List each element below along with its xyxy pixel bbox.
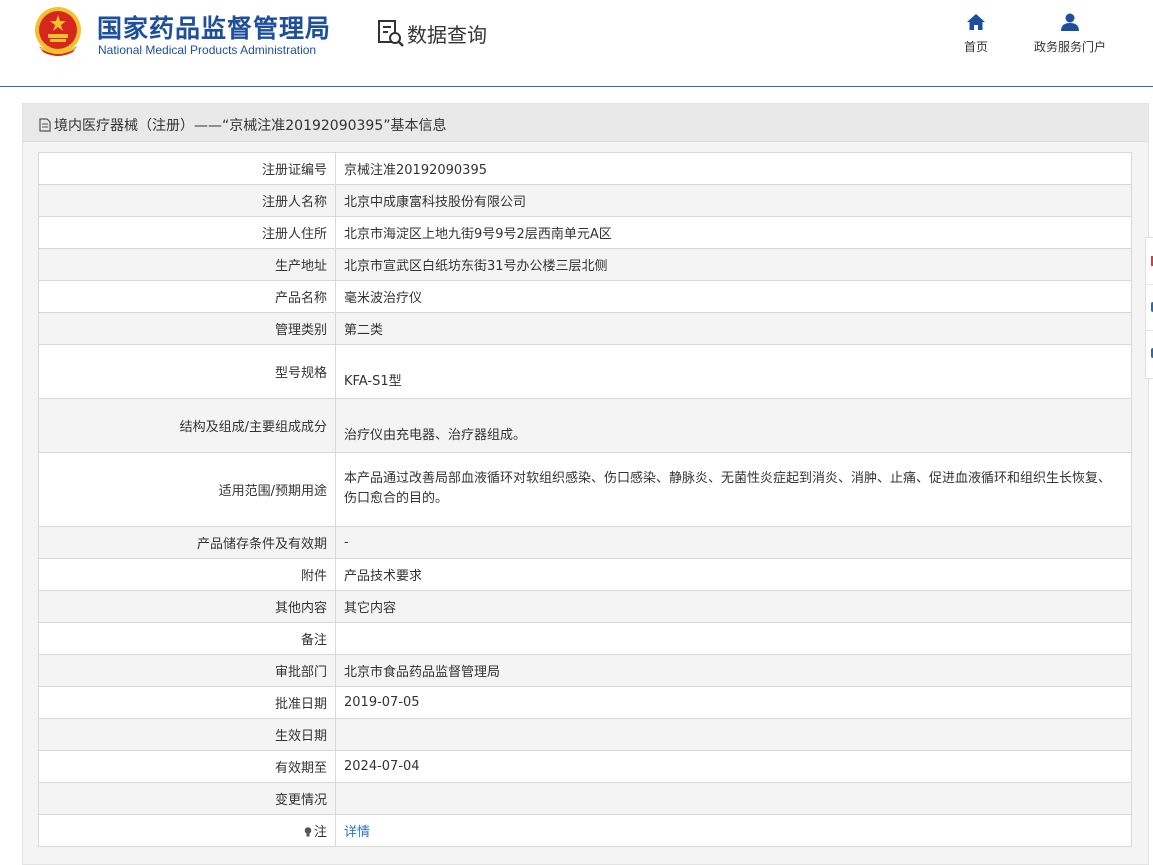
data-query-heading: 数据查询	[377, 18, 487, 48]
field-label: 生产地址	[38, 248, 336, 281]
field-value: 北京市海淀区上地九街9号9号2层西南单元A区	[335, 216, 1132, 249]
field-value	[335, 622, 1132, 655]
user-icon	[1061, 13, 1079, 31]
table-row: 产品储存条件及有效期 -	[38, 526, 1132, 559]
national-emblem-icon	[35, 7, 81, 56]
field-label: 产品储存条件及有效期	[38, 526, 336, 559]
org-name-en: National Medical Products Administration	[98, 43, 317, 57]
panel-title: 境内医疗器械（注册）——“京械注准20192090395”基本信息	[39, 115, 446, 135]
nav-service-portal-label: 政务服务门户	[1033, 40, 1106, 54]
field-label: 其他内容	[38, 590, 336, 623]
field-label: 注册人名称	[38, 184, 336, 217]
field-value: 第二类	[335, 312, 1132, 345]
field-value: 毫米波治疗仪	[335, 280, 1132, 313]
lightbulb-icon	[304, 827, 312, 837]
field-value: 2024-07-04	[335, 750, 1132, 783]
table-row: 有效期至 2024-07-04	[38, 750, 1132, 783]
site-header: 国家药品监督管理局 National Medical Products Admi…	[0, 0, 1153, 86]
document-search-icon	[378, 20, 404, 47]
table-row: 附件 产品技术要求	[38, 558, 1132, 591]
field-value: 北京市宣武区白纸坊东街31号办公楼三层北侧	[335, 248, 1132, 281]
field-label: 管理类别	[38, 312, 336, 345]
field-value: 其它内容	[335, 590, 1132, 623]
field-value: 北京中成康富科技股份有限公司	[335, 184, 1132, 217]
field-value: 本产品通过改善局部血液循环对软组织感染、伤口感染、静脉炎、无菌性炎症起到消炎、消…	[335, 452, 1132, 527]
field-label: 产品名称	[38, 280, 336, 313]
field-label: 附件	[38, 558, 336, 591]
note-value-cell: 详情	[335, 814, 1132, 847]
table-row: 备注	[38, 622, 1132, 655]
floating-toolbar-button[interactable]	[1146, 284, 1153, 331]
field-value: 京械注准20192090395	[335, 152, 1132, 185]
table-row: 批准日期 2019-07-05	[38, 686, 1132, 719]
panel-title-bar: 境内医疗器械（注册）——“京械注准20192090395”基本信息	[23, 104, 1148, 142]
nav-service-portal[interactable]: 政务服务门户	[1028, 12, 1112, 55]
table-row: 生效日期	[38, 718, 1132, 751]
table-row: 产品名称 毫米波治疗仪	[38, 280, 1132, 313]
field-label: 备注	[38, 622, 336, 655]
nav-home-label: 首页	[963, 40, 988, 54]
table-row: 型号规格 KFA-S1型	[38, 344, 1132, 399]
field-label: 注	[313, 825, 327, 840]
field-label: 批准日期	[38, 686, 336, 719]
floating-toolbar	[1145, 237, 1153, 379]
field-label: 变更情况	[38, 782, 336, 815]
field-value: KFA-S1型	[335, 344, 1132, 399]
table-row: 其他内容 其它内容	[38, 590, 1132, 623]
field-label: 有效期至	[38, 750, 336, 783]
table-row: 审批部门 北京市食品药品监督管理局	[38, 654, 1132, 687]
table-row: 注册人住所 北京市海淀区上地九街9号9号2层西南单元A区	[38, 216, 1132, 249]
table-row: 管理类别 第二类	[38, 312, 1132, 345]
table-row: 结构及组成/主要组成成分 治疗仪由充电器、治疗器组成。	[38, 398, 1132, 453]
nav-home[interactable]: 首页	[960, 12, 992, 55]
floating-toolbar-button[interactable]	[1146, 330, 1153, 376]
table-row: 生产地址 北京市宣武区白纸坊东街31号办公楼三层北侧	[38, 248, 1132, 281]
field-label: 审批部门	[38, 654, 336, 687]
field-label: 结构及组成/主要组成成分	[38, 398, 336, 453]
registration-info-table: 注册证编号 京械注准20192090395 注册人名称 北京中成康富科技股份有限…	[38, 152, 1132, 847]
table-row: 变更情况	[38, 782, 1132, 815]
org-name-cn: 国家药品监督管理局	[97, 14, 332, 43]
field-value: 产品技术要求	[335, 558, 1132, 591]
field-value	[335, 718, 1132, 751]
table-row: 注册人名称 北京中成康富科技股份有限公司	[38, 184, 1132, 217]
data-query-label: 数据查询	[407, 22, 487, 47]
field-label: 适用范围/预期用途	[38, 452, 336, 527]
field-value: -	[335, 526, 1132, 559]
field-label: 注册人住所	[38, 216, 336, 249]
field-value: 治疗仪由充电器、治疗器组成。	[335, 398, 1132, 453]
table-row: 注 详情	[38, 814, 1132, 847]
field-value	[335, 782, 1132, 815]
field-value: 北京市食品药品监督管理局	[335, 654, 1132, 687]
note-label-cell: 注	[38, 814, 336, 847]
document-icon	[39, 118, 51, 132]
home-icon	[967, 14, 985, 30]
details-link[interactable]: 详情	[344, 825, 370, 840]
table-row: 注册证编号 京械注准20192090395	[38, 152, 1132, 185]
field-label: 型号规格	[38, 344, 336, 399]
header-divider	[0, 86, 1153, 87]
table-row: 适用范围/预期用途 本产品通过改善局部血液循环对软组织感染、伤口感染、静脉炎、无…	[38, 452, 1132, 527]
field-label: 注册证编号	[38, 152, 336, 185]
field-value: 2019-07-05	[335, 686, 1132, 719]
floating-toolbar-button[interactable]	[1146, 238, 1153, 285]
field-label: 生效日期	[38, 718, 336, 751]
panel-title-text: 境内医疗器械（注册）——“京械注准20192090395”基本信息	[54, 118, 447, 134]
